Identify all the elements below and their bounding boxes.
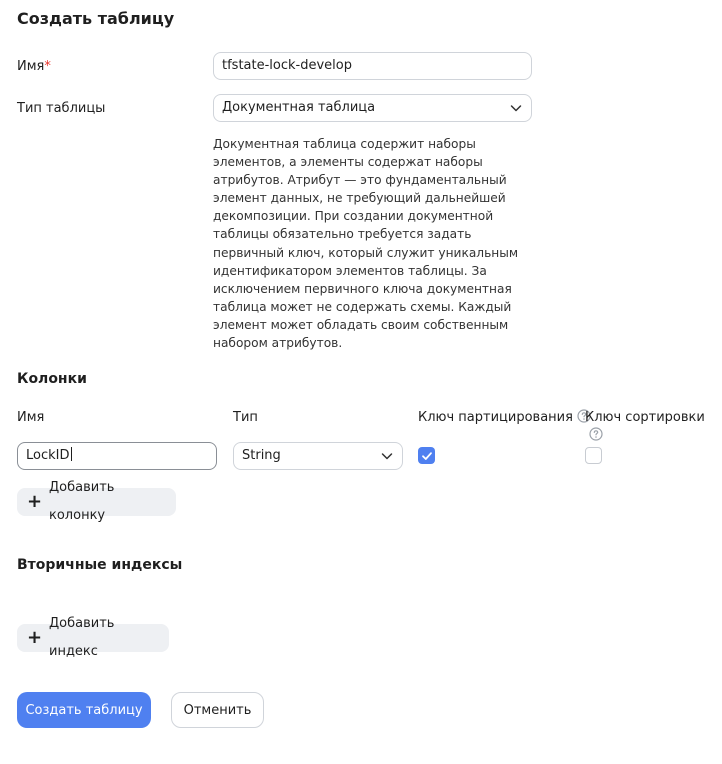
required-mark: *	[44, 59, 51, 74]
create-table-button[interactable]: Создать таблицу	[17, 692, 151, 728]
chevron-down-icon	[381, 453, 393, 460]
sort-key-label: Ключ сортировки	[585, 410, 705, 425]
column-type-value: String	[242, 448, 281, 463]
column-header-partition-key: Ключ партицирования	[418, 409, 591, 427]
name-label-text: Имя	[17, 59, 45, 74]
cancel-button[interactable]: Отменить	[171, 692, 264, 728]
checkmark-icon	[421, 451, 432, 460]
table-type-label: Тип таблицы	[17, 101, 106, 116]
secondary-indexes-section-title: Вторичные индексы	[17, 557, 183, 573]
plus-icon: +	[27, 491, 43, 512]
table-type-value: Документная таблица	[222, 100, 376, 115]
text-caret	[70, 447, 72, 461]
add-column-label: Добавить колонку	[49, 480, 115, 523]
page-title: Создать таблицу	[17, 9, 175, 28]
add-index-label: Добавить индекс	[49, 616, 115, 659]
table-type-description: Документная таблица содержит наборы элем…	[213, 137, 519, 351]
add-column-button[interactable]: + Добавить колонку	[17, 480, 176, 523]
column-name-value: LockID	[26, 448, 70, 463]
chevron-down-icon	[510, 105, 522, 112]
table-name-input[interactable]: tfstate-lock-develop	[213, 52, 532, 80]
partition-key-checkbox[interactable]	[418, 447, 435, 464]
plus-icon: +	[27, 627, 43, 648]
column-header-name: Имя	[17, 410, 45, 425]
column-type-select[interactable]: String	[233, 442, 403, 470]
name-label: Имя*	[17, 58, 51, 76]
column-header-sort-key: Ключ сортировки	[585, 409, 722, 445]
help-icon[interactable]	[589, 427, 603, 441]
column-name-input[interactable]: LockID	[17, 442, 217, 470]
column-header-type: Тип	[233, 410, 258, 425]
table-name-value: tfstate-lock-develop	[222, 58, 352, 73]
table-type-select[interactable]: Документная таблица	[213, 94, 532, 122]
add-index-button[interactable]: + Добавить индекс	[17, 616, 169, 659]
sort-key-checkbox[interactable]	[585, 447, 602, 464]
partition-key-label: Ключ партицирования	[418, 410, 573, 425]
columns-section-title: Колонки	[17, 371, 87, 387]
